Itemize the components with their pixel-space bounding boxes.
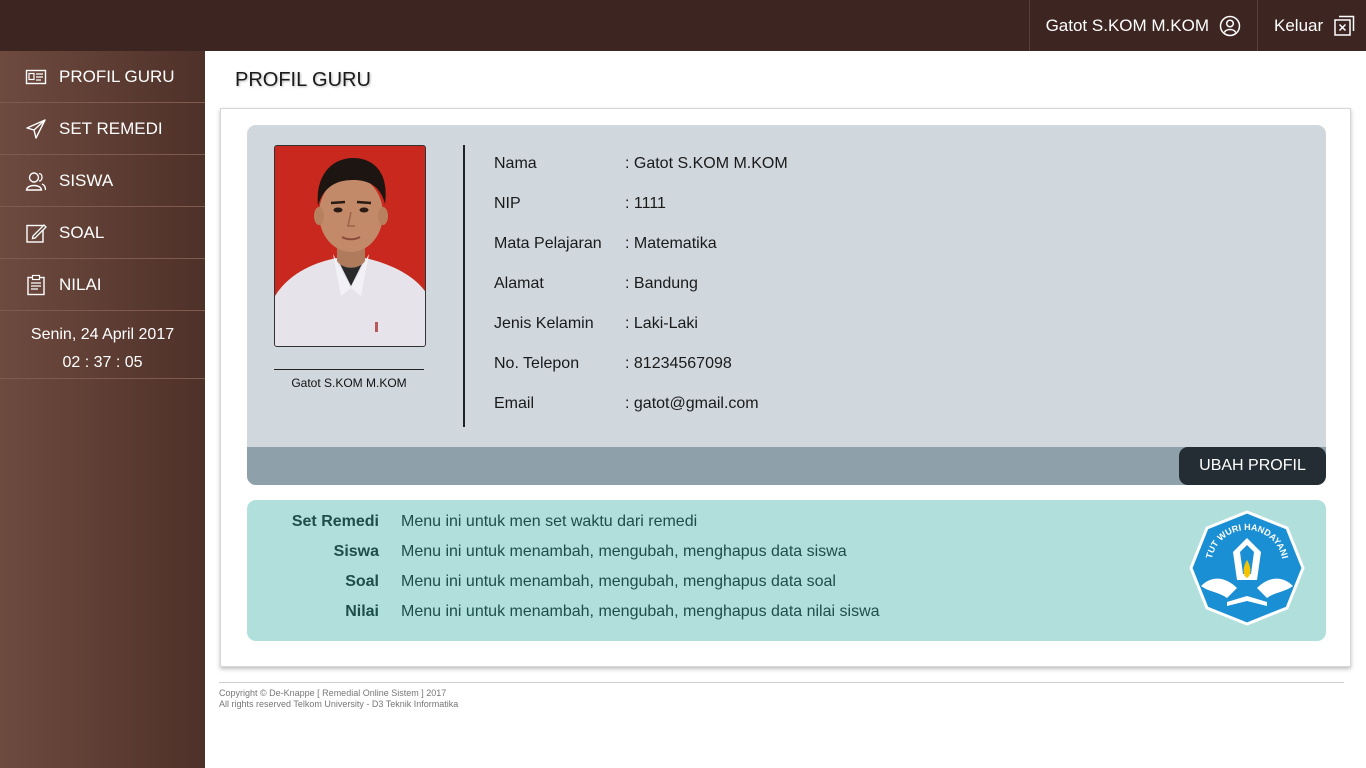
sidebar: PROFIL GURU SET REMEDI SISWA SOAL NILAI <box>0 51 205 768</box>
sidebar-item-siswa[interactable]: SISWA <box>0 155 205 207</box>
logout-label: Keluar <box>1274 15 1324 35</box>
logout-button[interactable]: Keluar <box>1257 0 1366 51</box>
field-label: NIP <box>494 195 521 212</box>
field-value: : Bandung <box>625 275 698 292</box>
id-card-icon <box>25 69 47 84</box>
profile-info-list: Nama : Gatot S.KOM M.KOM NIP : 1111 Mata… <box>494 155 788 435</box>
current-time: 02 : 37 : 05 <box>62 354 143 371</box>
sidebar-item-nilai[interactable]: NILAI <box>0 259 205 311</box>
sidebar-item-label: PROFIL GURU <box>59 66 175 86</box>
sidebar-item-profil-guru[interactable]: PROFIL GURU <box>0 51 205 103</box>
edit-icon <box>26 223 47 243</box>
page-title: PROFIL GURU <box>235 69 371 91</box>
sidebar-item-label: SOAL <box>59 222 105 242</box>
help-desc: Menu ini untuk menambah, mengubah, mengh… <box>401 573 836 590</box>
profile-field-alamat: Alamat : Bandung <box>494 275 788 315</box>
profile-field-no-telepon: No. Telepon : 81234567098 <box>494 355 788 395</box>
user-name: Gatot S.KOM M.KOM <box>1045 15 1209 35</box>
top-bar: Gatot S.KOM M.KOM Keluar <box>0 0 1366 51</box>
help-row-nilai: Nilai Menu ini untuk menambah, mengubah,… <box>247 603 880 633</box>
profile-field-nama: Nama : Gatot S.KOM M.KOM <box>494 155 788 195</box>
date-time-display: Senin, 24 April 2017 02 : 37 : 05 <box>0 311 205 379</box>
help-key: Siswa <box>333 543 379 560</box>
field-label: No. Telepon <box>494 355 580 372</box>
field-value: : Matematika <box>625 235 717 252</box>
help-key: Set Remedi <box>291 513 379 530</box>
help-desc: Menu ini untuk men set waktu dari remedi <box>401 513 698 530</box>
tut-wuri-handayani-logo: TUT WURI HANDAYANI <box>1189 510 1305 626</box>
help-row-soal: Soal Menu ini untuk menambah, mengubah, … <box>247 573 836 603</box>
profile-divider <box>463 145 465 427</box>
sidebar-item-set-remedi[interactable]: SET REMEDI <box>0 103 205 155</box>
users-icon <box>25 171 47 191</box>
field-label: Email <box>494 395 535 412</box>
profile-photo <box>274 145 426 347</box>
field-label: Nama <box>494 155 537 172</box>
field-value: : Gatot S.KOM M.KOM <box>625 155 788 172</box>
profile-card: Gatot S.KOM M.KOM Nama : Gatot S.KOM M.K… <box>247 125 1326 485</box>
field-value: : Laki-Laki <box>625 315 698 332</box>
field-value: : 81234567098 <box>625 355 732 372</box>
help-row-set-remedi: Set Remedi Menu ini untuk men set waktu … <box>247 513 697 543</box>
field-label: Alamat <box>494 275 544 292</box>
field-value: : gatot@gmail.com <box>625 395 759 412</box>
profile-field-nip: NIP : 1111 <box>494 195 788 235</box>
field-label: Mata Pelajaran <box>494 235 602 252</box>
current-date: Senin, 24 April 2017 <box>30 326 175 343</box>
sidebar-item-label: SISWA <box>59 170 114 190</box>
footer-divider <box>219 682 1344 683</box>
clipboard-icon <box>27 274 45 295</box>
menu-help-card: Set Remedi Menu ini untuk men set waktu … <box>247 500 1326 641</box>
field-label: Jenis Kelamin <box>494 315 594 332</box>
close-box-icon <box>1334 15 1355 36</box>
photo-caption-divider <box>274 369 424 370</box>
profile-photo-image <box>275 146 425 346</box>
profile-field-mata-pelajaran: Mata Pelajaran : Matematika <box>494 235 788 275</box>
user-circle-icon <box>1219 15 1241 36</box>
sidebar-item-label: NILAI <box>59 274 102 294</box>
profile-field-jenis-kelamin: Jenis Kelamin : Laki-Laki <box>494 315 788 355</box>
help-desc: Menu ini untuk menambah, mengubah, mengh… <box>401 603 880 620</box>
help-key: Nilai <box>345 603 379 620</box>
sidebar-item-label: SET REMEDI <box>59 118 163 138</box>
footer-rights: All rights reserved Telkom University - … <box>219 699 459 709</box>
field-value: : 1111 <box>625 195 666 212</box>
user-menu[interactable]: Gatot S.KOM M.KOM <box>1028 0 1257 51</box>
help-key: Soal <box>345 573 379 590</box>
photo-caption: Gatot S.KOM M.KOM <box>291 376 407 390</box>
profile-card-footer: UBAH PROFIL <box>247 447 1326 485</box>
content-panel: Gatot S.KOM M.KOM Nama : Gatot S.KOM M.K… <box>220 108 1351 667</box>
footer: Copyright © De-Knappe [ Remedial Online … <box>219 688 458 710</box>
sidebar-item-soal[interactable]: SOAL <box>0 207 205 259</box>
help-desc: Menu ini untuk menambah, mengubah, mengh… <box>401 543 847 560</box>
paper-plane-icon <box>26 118 46 139</box>
footer-copyright: Copyright © De-Knappe [ Remedial Online … <box>219 688 447 698</box>
profile-field-email: Email : gatot@gmail.com <box>494 395 788 435</box>
edit-profile-button[interactable]: UBAH PROFIL <box>1179 447 1326 485</box>
help-row-siswa: Siswa Menu ini untuk menambah, mengubah,… <box>247 543 847 573</box>
